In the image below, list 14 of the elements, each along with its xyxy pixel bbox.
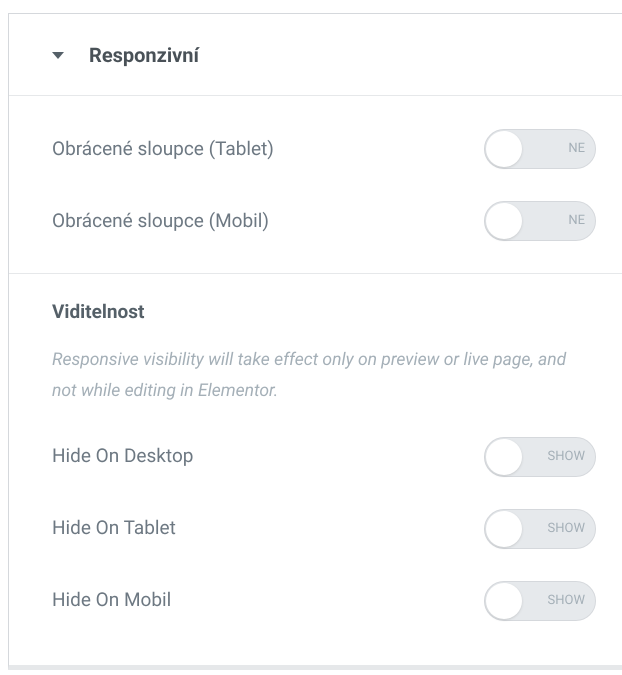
- toggle-switch[interactable]: SHOW: [484, 508, 596, 548]
- toggle-switch[interactable]: NE: [484, 201, 596, 241]
- section-heading: Viditelnost: [52, 299, 146, 325]
- toggle-switch[interactable]: SHOW: [484, 580, 596, 620]
- help-note: Responsive visibility will take effect only on preview or live page, and not while editing in Elementor.: [52, 348, 568, 402]
- section-title: Responzivní: [89, 42, 199, 68]
- setting-label: Hide On Desktop: [52, 443, 194, 470]
- setting-label: Obrácené sloupce (Mobil): [52, 208, 270, 234]
- section-header[interactable]: Responzivní: [9, 14, 622, 96]
- toggle-switch[interactable]: SHOW: [484, 436, 596, 476]
- setting-label: Hide On Mobil: [52, 587, 172, 614]
- setting-label: Hide On Tablet: [52, 515, 176, 542]
- setting-label: Obrácené sloupce (Tablet): [52, 136, 274, 162]
- toggle-switch[interactable]: NE: [484, 129, 596, 169]
